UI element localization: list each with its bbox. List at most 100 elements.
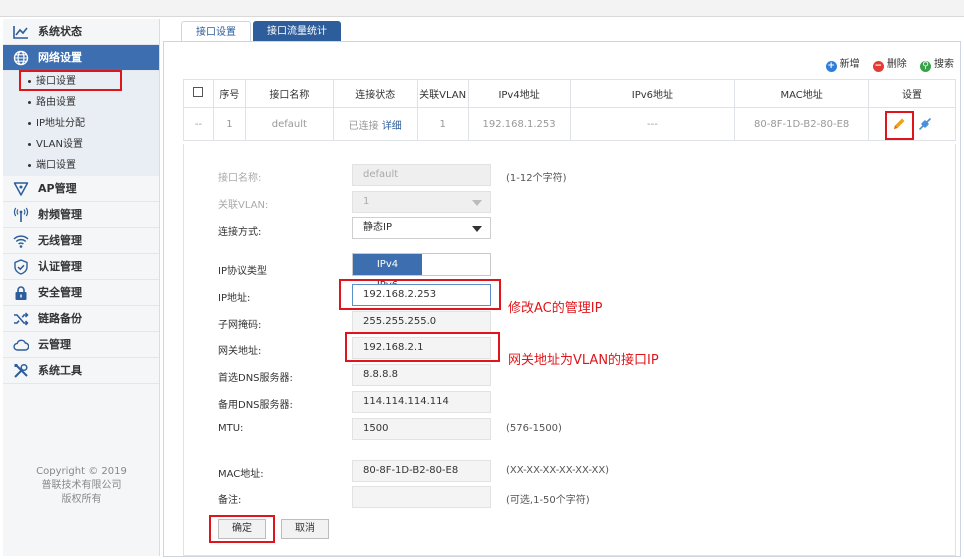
cancel-button[interactable]: 取消	[281, 519, 329, 539]
column-header: 序号	[212, 79, 246, 108]
mask-label: 子网掩码:	[218, 320, 262, 331]
sidebar: 系统状态 网络设置 接口设置 路由设置 IP地址分配 VLAN设置 端口设置 A…	[3, 19, 160, 556]
row-status-cell: 已连接 详细	[332, 107, 418, 141]
dns1-input[interactable]: 8.8.8.8	[352, 364, 491, 386]
column-header: 设置	[868, 79, 956, 108]
vlan-value: 1	[363, 196, 370, 207]
row-status: 已连接	[348, 120, 379, 132]
annotation-ip-note: 修改AC的管理IP	[508, 301, 603, 316]
nav-system-status[interactable]: 系统状态	[3, 19, 159, 45]
nav-system-tools[interactable]: 系统工具	[3, 358, 159, 384]
note-label: 备注:	[218, 495, 242, 506]
note-input[interactable]	[352, 486, 491, 508]
subnav-label: 端口设置	[36, 160, 76, 171]
select-all-checkbox[interactable]	[193, 87, 204, 97]
annotation-box-edit	[885, 111, 914, 140]
table-header-row: 序号 接口名称 连接状态 关联VLAN IPv4地址 IPv6地址 MAC地址 …	[183, 79, 956, 108]
nav-label: AP管理	[38, 182, 77, 195]
top-bar	[0, 0, 964, 17]
company-name: 普联技术有限公司	[41, 480, 122, 491]
nav-label: 射频管理	[38, 208, 82, 221]
proto-label: IP协议类型	[218, 266, 267, 277]
nav-label: 认证管理	[38, 260, 82, 273]
conn-type-select[interactable]: 静态IP	[352, 217, 491, 239]
note-hint: (可选,1-50个字符)	[506, 495, 590, 506]
nav-radio-management[interactable]: 射频管理	[3, 202, 159, 228]
name-label: 接口名称:	[218, 173, 262, 184]
plus-icon: +	[825, 61, 837, 72]
ip-protocol-toggle: IPv4 IPv6	[352, 253, 491, 291]
tools-icon	[14, 363, 28, 378]
annotation-gateway-note: 网关地址为VLAN的接口IP	[508, 353, 659, 368]
tab-interface-traffic[interactable]: 接口流量统计	[253, 21, 341, 42]
name-hint: (1-12个字符)	[506, 173, 567, 184]
column-header: 连接状态	[332, 79, 418, 108]
column-header: 接口名称	[244, 79, 334, 108]
conn-label: 连接方式:	[218, 227, 262, 238]
lock-icon	[15, 286, 27, 300]
subnav-vlan-settings[interactable]: VLAN设置	[3, 134, 159, 155]
nav-label: 链路备份	[38, 312, 82, 325]
mac-input[interactable]: 80-8F-1D-B2-80-E8	[352, 460, 491, 482]
nav-link-backup[interactable]: 链路备份	[3, 306, 159, 332]
interface-table: 序号 接口名称 连接状态 关联VLAN IPv4地址 IPv6地址 MAC地址 …	[183, 79, 956, 141]
nav-auth-management[interactable]: 认证管理	[3, 254, 159, 280]
subnav-label: IP地址分配	[36, 118, 85, 129]
add-button[interactable]: + 新增	[825, 55, 860, 72]
search-button[interactable]: ⚲ 搜索	[920, 55, 954, 72]
nav-wireless-management[interactable]: 无线管理	[3, 228, 159, 254]
subnav-route-settings[interactable]: 路由设置	[3, 92, 159, 113]
subnav-ip-allocation[interactable]: IP地址分配	[3, 113, 159, 134]
delete-button[interactable]: − 删除	[872, 55, 907, 72]
globe-icon	[13, 50, 29, 66]
mask-input[interactable]: 255.255.255.0	[352, 311, 491, 333]
subnav-port-settings[interactable]: 端口设置	[3, 155, 159, 176]
row-index: 1	[212, 107, 246, 141]
copyright: Copyright © 2019 普联技术有限公司 版权所有	[3, 465, 160, 507]
rights-reserved: 版权所有	[61, 494, 102, 505]
nav-ap-management[interactable]: AP管理	[3, 176, 159, 202]
nav-label: 云管理	[38, 338, 71, 351]
minus-icon: −	[872, 61, 884, 72]
shield-check-icon	[14, 259, 28, 275]
ip-label: IP地址:	[218, 293, 251, 304]
copyright-line: Copyright © 2019	[36, 466, 127, 477]
nav-label: 安全管理	[38, 286, 82, 299]
link-icon[interactable]	[918, 117, 932, 131]
add-label: 新增	[839, 59, 860, 70]
search-label: 搜索	[934, 59, 954, 70]
name-input: default	[352, 164, 491, 186]
vlan-label: 关联VLAN:	[218, 200, 269, 211]
mtu-label: MTU:	[218, 423, 244, 434]
nav-network-settings[interactable]: 网络设置	[3, 45, 159, 71]
nav-label: 系统工具	[38, 364, 82, 377]
annotation-box-gateway	[345, 332, 500, 362]
nav-security-management[interactable]: 安全管理	[3, 280, 159, 306]
dns2-input[interactable]: 114.114.114.114	[352, 391, 491, 413]
chart-line-icon	[13, 26, 28, 39]
subnav-label: 路由设置	[36, 97, 76, 108]
chevron-down-icon	[472, 226, 482, 232]
cloud-icon	[13, 339, 29, 351]
row-name: default	[244, 107, 334, 141]
conn-value: 静态IP	[363, 222, 392, 233]
nav-label: 系统状态	[38, 25, 82, 38]
nav-cloud-management[interactable]: 云管理	[3, 332, 159, 358]
ipv4-option[interactable]: IPv4	[353, 254, 422, 275]
annotation-box-subnav	[19, 70, 122, 91]
mtu-input[interactable]: 1500	[352, 418, 491, 440]
mtu-hint: (576-1500)	[506, 423, 562, 434]
row-vlan: 1	[416, 107, 469, 141]
nav-label: 无线管理	[38, 234, 82, 247]
dns1-label: 首选DNS服务器:	[218, 373, 293, 384]
delete-label: 删除	[886, 59, 907, 70]
column-header: 关联VLAN	[416, 79, 469, 108]
column-header: IPv6地址	[569, 79, 736, 108]
detail-link[interactable]: 详细	[382, 121, 402, 132]
column-header: IPv4地址	[467, 79, 571, 108]
annotation-box-ip	[339, 279, 501, 310]
subnav-label: VLAN设置	[36, 139, 83, 150]
select-all-cell[interactable]	[183, 79, 214, 108]
tab-interface-settings[interactable]: 接口设置	[181, 21, 251, 42]
antenna-icon	[13, 207, 29, 222]
